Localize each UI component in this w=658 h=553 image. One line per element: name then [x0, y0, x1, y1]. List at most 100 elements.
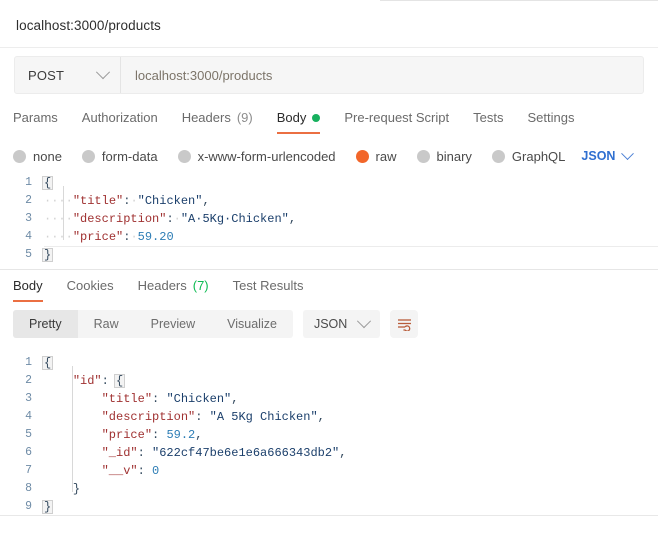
bottom-divider	[0, 515, 658, 516]
http-method-label: POST	[28, 67, 65, 83]
body-type-form-data[interactable]: form-data	[81, 149, 158, 164]
radio-none-icon	[13, 149, 26, 163]
radio-graphql-icon	[491, 149, 505, 163]
response-tab-headers-label: Headers	[137, 278, 187, 293]
code-text: {	[42, 354, 54, 372]
code-token: ,	[288, 212, 297, 226]
request-tab-title[interactable]: localhost:3000/products	[16, 18, 161, 33]
chevron-down-icon	[357, 314, 372, 329]
request-tabs: Params Authorization Headers (9) Body Pr…	[0, 102, 658, 134]
line-number: 9	[25, 500, 32, 513]
code-text: "description": "A 5Kg Chicken",	[44, 408, 325, 426]
code-line: 2 ····"title":·"Chicken",	[0, 192, 658, 210]
code-token: "A·5Kg·Chicken"	[180, 212, 289, 226]
view-mode-visualize[interactable]: Visualize	[211, 310, 293, 338]
request-body-editor[interactable]: 1{2 ····"title":·"Chicken", 3 ····"descript…	[0, 168, 658, 270]
radio-binary-icon	[416, 149, 430, 163]
tab-settings-label: Settings	[527, 110, 575, 125]
code-token: "_id"	[101, 446, 138, 460]
response-tabs: Body Cookies Headers (7) Test Results	[0, 270, 658, 302]
response-format-select[interactable]: JSON	[302, 310, 381, 338]
body-type-binary[interactable]: binary	[416, 148, 472, 164]
body-type-urlencoded[interactable]: x-www-form-urlencoded	[177, 148, 336, 164]
view-mode-preview[interactable]: Preview	[135, 310, 211, 338]
http-method-select[interactable]: POST	[15, 57, 121, 93]
tab-headers[interactable]: Headers (9)	[170, 110, 265, 134]
response-tab-cookies[interactable]: Cookies	[55, 278, 126, 302]
chevron-down-icon	[95, 65, 111, 80]
request-url-box: POST localhost:3000/products	[14, 56, 644, 94]
tab-headers-label: Headers	[181, 110, 231, 125]
code-token: 59.2	[166, 428, 196, 442]
code-line: 4 ····"price":·59.20	[0, 228, 658, 246]
code-token: "price"	[101, 428, 153, 442]
code-token: :	[195, 410, 210, 424]
response-body-editor[interactable]: 1{2 "id": {3 "title": "Chicken", 4 "descr…	[0, 348, 658, 516]
tab-authorization[interactable]: Authorization	[70, 110, 170, 134]
code-line: 3 "title": "Chicken",	[0, 390, 658, 408]
view-mode-pretty[interactable]: Pretty	[13, 310, 78, 338]
request-url-input[interactable]: localhost:3000/products	[121, 57, 643, 93]
code-token: :	[166, 212, 174, 226]
tab-pre-request-script-label: Pre-request Script	[344, 110, 450, 125]
tab-tests-label: Tests	[473, 110, 504, 125]
code-text: "_id": "622cf47be6e1e6a666343db2",	[44, 444, 347, 462]
body-type-options: none form-data x-www-form-urlencoded raw…	[0, 134, 658, 168]
code-text: {	[42, 174, 54, 192]
code-line: 1{	[0, 174, 658, 192]
editor-line-highlight	[44, 246, 658, 247]
response-tab-test-results-label: Test Results	[232, 278, 304, 293]
word-wrap-toggle[interactable]	[390, 310, 419, 338]
code-line: 5}	[0, 246, 658, 264]
line-number: 4	[25, 230, 32, 243]
fold-brace: {	[42, 176, 54, 190]
code-token: }	[72, 482, 81, 496]
indent-guide	[72, 366, 73, 492]
tab-pre-request-script[interactable]: Pre-request Script	[332, 110, 461, 134]
code-text: "id": {	[44, 372, 126, 390]
line-number: 7	[25, 464, 32, 477]
code-token: ····	[44, 194, 73, 208]
body-type-none-label: none	[33, 148, 62, 164]
radio-raw-icon	[355, 149, 369, 163]
code-line: 4 "description": "A 5Kg Chicken",	[0, 408, 658, 426]
tab-params[interactable]: Params	[13, 110, 70, 134]
tab-body[interactable]: Body	[265, 110, 333, 134]
fold-brace: }	[42, 248, 54, 262]
line-number: 3	[25, 392, 32, 405]
response-tab-body-label: Body	[13, 278, 43, 293]
tab-body-label: Body	[276, 110, 307, 125]
body-type-binary-label: binary	[436, 148, 472, 164]
body-type-urlencoded-label: x-www-form-urlencoded	[197, 148, 336, 164]
tab-settings[interactable]: Settings	[515, 110, 586, 134]
tab-authorization-label: Authorization	[81, 110, 158, 125]
body-type-none[interactable]: none	[13, 149, 62, 164]
fold-brace: }	[42, 500, 54, 514]
fold-brace: {	[114, 374, 126, 388]
code-text: }	[42, 246, 54, 264]
tab-params-label: Params	[13, 110, 58, 125]
response-tab-headers[interactable]: Headers (7)	[126, 278, 221, 302]
code-token: "price"	[72, 230, 124, 244]
line-number: 4	[25, 410, 32, 423]
code-line: 8 }	[0, 480, 658, 498]
body-type-raw[interactable]: raw	[355, 149, 397, 164]
response-tab-test-results[interactable]: Test Results	[221, 278, 316, 302]
view-mode-raw[interactable]: Raw	[78, 310, 135, 338]
code-text: }	[42, 498, 54, 516]
code-token: :	[152, 428, 167, 442]
tab-tests[interactable]: Tests	[461, 110, 515, 134]
body-modified-dot-icon	[312, 113, 321, 122]
line-number: 1	[25, 356, 32, 369]
raw-format-select[interactable]: JSON	[581, 146, 635, 163]
body-type-graphql[interactable]: GraphQL	[491, 149, 565, 164]
line-number: 3	[25, 212, 32, 225]
response-tab-headers-count: (7)	[192, 278, 209, 293]
code-token: "title"	[72, 194, 124, 208]
chevron-down-icon	[621, 146, 635, 160]
response-tab-body[interactable]: Body	[13, 278, 55, 302]
request-url-row: POST localhost:3000/products	[0, 48, 658, 102]
code-line: 7 "__v": 0	[0, 462, 658, 480]
code-line: 2 "id": {	[0, 372, 658, 390]
